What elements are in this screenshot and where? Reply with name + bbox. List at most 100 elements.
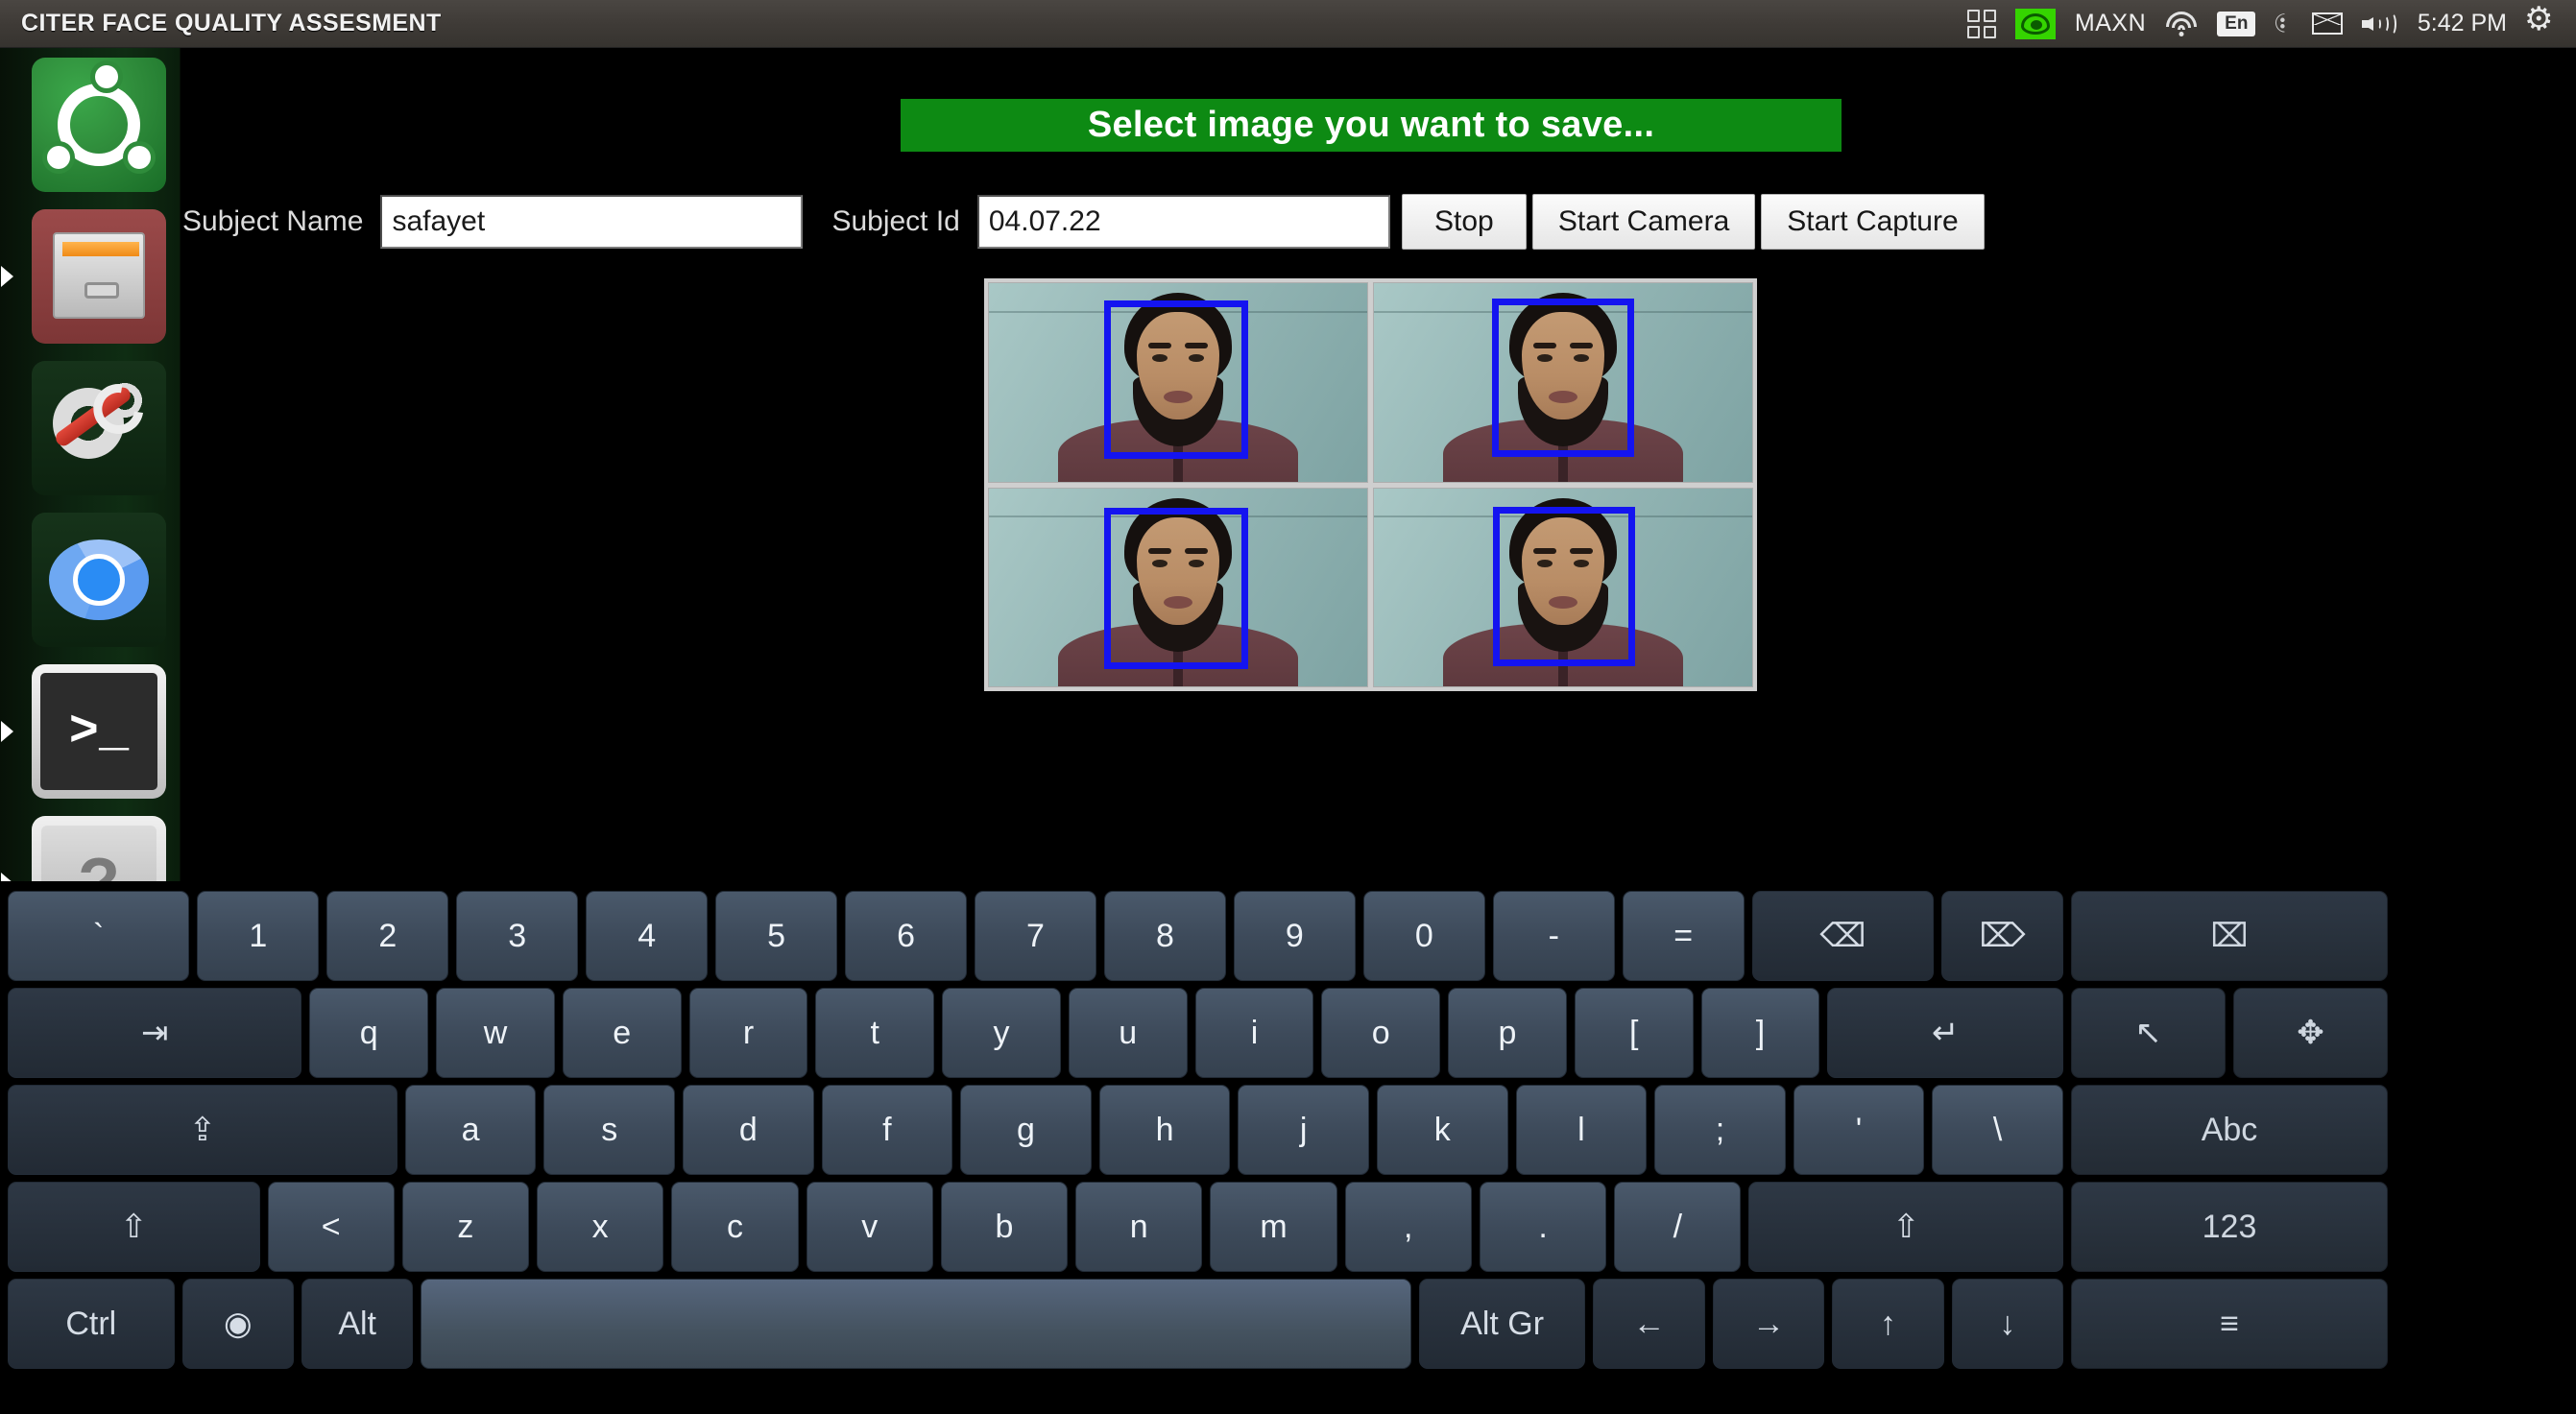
keyboard-side-panel: ≡ — [2071, 1279, 2388, 1369]
key-b[interactable]: b — [940, 1182, 1069, 1272]
key-backspace[interactable]: ⌫ — [1751, 891, 1935, 981]
thumbnail-image[interactable] — [988, 282, 1368, 483]
key-tab[interactable]: ⇥ — [8, 988, 302, 1078]
key-i[interactable]: i — [1194, 988, 1314, 1078]
key-hide-keyboard[interactable]: ⌧ — [2071, 891, 2388, 981]
power-mode-label[interactable]: MAXN — [2075, 10, 2146, 37]
volume-icon[interactable] — [2361, 12, 2398, 36]
launcher-item-chromium[interactable] — [32, 513, 166, 647]
key-ctrl[interactable]: Ctrl — [8, 1279, 175, 1369]
stop-button[interactable]: Stop — [1401, 194, 1527, 250]
start-capture-button[interactable]: Start Capture — [1761, 194, 1985, 250]
nvidia-icon[interactable] — [2014, 8, 2056, 39]
key-abc-layout[interactable]: Abc — [2071, 1085, 2388, 1175]
key-0[interactable]: 0 — [1362, 891, 1485, 981]
key-2[interactable]: 2 — [326, 891, 449, 981]
key-menu[interactable]: ≡ — [2071, 1279, 2388, 1369]
key-arrow-up[interactable]: ↑ — [1832, 1279, 1944, 1369]
launcher-item-ubuntu-dash[interactable] — [32, 58, 166, 192]
launcher-item-terminal[interactable]: >_ — [1, 664, 166, 799]
keyboard-main-section: ⇪ a s d f g h j k l; ' \ — [8, 1085, 2063, 1175]
key-u[interactable]: u — [1068, 988, 1188, 1078]
grid-apps-icon[interactable] — [1966, 9, 1996, 38]
key-l[interactable]: l — [1515, 1085, 1648, 1175]
key-q[interactable]: q — [309, 988, 429, 1078]
key-space[interactable] — [421, 1279, 1411, 1369]
key-comma[interactable]: , — [1344, 1182, 1472, 1272]
key-h[interactable]: h — [1098, 1085, 1231, 1175]
key-c[interactable]: c — [671, 1182, 799, 1272]
mail-icon[interactable] — [2311, 12, 2343, 35]
bluetooth-icon[interactable]: 🤅 — [2275, 11, 2292, 36]
chromium-icon — [49, 539, 149, 620]
key-slash[interactable]: / — [1614, 1182, 1742, 1272]
key-bracket-right[interactable]: ] — [1700, 988, 1820, 1078]
key-f[interactable]: f — [821, 1085, 953, 1175]
gear-icon[interactable] — [2524, 0, 2555, 38]
launcher-item-files[interactable] — [1, 209, 166, 344]
key-t[interactable]: t — [815, 988, 935, 1078]
key-minus[interactable]: - — [1492, 891, 1615, 981]
key-move[interactable]: ✥ — [2233, 988, 2388, 1078]
key-e[interactable]: e — [562, 988, 682, 1078]
key-less-than[interactable]: < — [267, 1182, 395, 1272]
key-123-layout[interactable]: 123 — [2071, 1182, 2388, 1272]
key-apostrophe[interactable]: ' — [1793, 1085, 1925, 1175]
key-g[interactable]: g — [960, 1085, 1092, 1175]
key-9[interactable]: 9 — [1233, 891, 1356, 981]
key-delete[interactable]: ⌦ — [1941, 891, 2063, 981]
key-shift-right[interactable]: ⇧ — [1748, 1182, 2064, 1272]
key-8[interactable]: 8 — [1103, 891, 1226, 981]
key-p[interactable]: p — [1448, 988, 1567, 1078]
key-k[interactable]: k — [1376, 1085, 1508, 1175]
terminal-icon: >_ — [40, 673, 157, 790]
thumbnail-image[interactable] — [1373, 282, 1753, 483]
key-backslash[interactable]: \ — [1932, 1085, 2063, 1175]
key-a[interactable]: a — [404, 1085, 537, 1175]
key-y[interactable]: y — [942, 988, 1061, 1078]
key-5[interactable]: 5 — [715, 891, 838, 981]
launcher-item-system-settings[interactable] — [32, 361, 166, 495]
subject-id-input[interactable] — [976, 195, 1390, 249]
key-x[interactable]: x — [537, 1182, 664, 1272]
key-pointer[interactable]: ↖ — [2071, 988, 2226, 1078]
key-alt[interactable]: Alt — [301, 1279, 414, 1369]
key-period[interactable]: . — [1479, 1182, 1607, 1272]
key-n[interactable]: n — [1075, 1182, 1203, 1272]
key-altgr[interactable]: Alt Gr — [1418, 1279, 1586, 1369]
key-enter[interactable]: ↵ — [1827, 988, 2063, 1078]
key-backtick[interactable]: ` — [8, 891, 190, 981]
subject-name-input[interactable] — [380, 195, 804, 249]
thumbnail-image[interactable] — [988, 487, 1368, 687]
keyboard-row: ⇥ q w e r t y u i o p[] ↵ ↖ ✥ — [8, 988, 2388, 1078]
key-shift-left[interactable]: ⇧ — [8, 1182, 260, 1272]
key-m[interactable]: m — [1210, 1182, 1337, 1272]
clock[interactable]: 5:42 PM — [2418, 10, 2507, 37]
key-j[interactable]: j — [1238, 1085, 1369, 1175]
key-d[interactable]: d — [682, 1085, 814, 1175]
key-4[interactable]: 4 — [586, 891, 709, 981]
key-equals[interactable]: = — [1622, 891, 1745, 981]
key-bracket-left[interactable]: [ — [1574, 988, 1694, 1078]
key-z[interactable]: z — [401, 1182, 530, 1272]
start-camera-button[interactable]: Start Camera — [1531, 194, 1756, 250]
key-r[interactable]: r — [688, 988, 808, 1078]
key-super[interactable]: ◉ — [181, 1279, 294, 1369]
key-arrow-down[interactable]: ↓ — [1951, 1279, 2063, 1369]
key-7[interactable]: 7 — [975, 891, 1096, 981]
key-6[interactable]: 6 — [845, 891, 968, 981]
key-capslock[interactable]: ⇪ — [8, 1085, 397, 1175]
wifi-icon[interactable] — [2165, 11, 2198, 36]
window-title: CITER FACE QUALITY ASSESMENT — [21, 10, 442, 36]
key-o[interactable]: o — [1321, 988, 1441, 1078]
keyboard-layout-indicator[interactable]: En — [2217, 11, 2256, 36]
key-s[interactable]: s — [543, 1085, 675, 1175]
key-1[interactable]: 1 — [197, 891, 320, 981]
key-w[interactable]: w — [436, 988, 555, 1078]
key-arrow-right[interactable]: → — [1712, 1279, 1825, 1369]
key-3[interactable]: 3 — [456, 891, 579, 981]
key-arrow-left[interactable]: ← — [1593, 1279, 1705, 1369]
thumbnail-image[interactable] — [1373, 487, 1753, 687]
key-v[interactable]: v — [806, 1182, 933, 1272]
key-semicolon[interactable]: ; — [1654, 1085, 1786, 1175]
